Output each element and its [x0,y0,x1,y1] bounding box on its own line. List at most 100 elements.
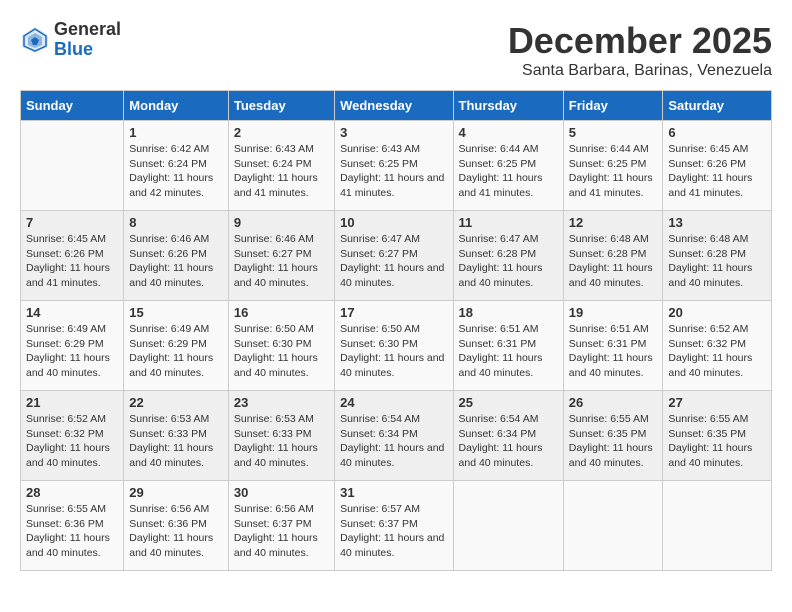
day-info: Sunrise: 6:56 AMSunset: 6:37 PMDaylight:… [234,502,329,561]
day-number: 31 [340,485,447,500]
calendar-cell [453,481,563,571]
day-number: 3 [340,125,447,140]
days-header-row: SundayMondayTuesdayWednesdayThursdayFrid… [21,91,772,121]
calendar-cell: 30 Sunrise: 6:56 AMSunset: 6:37 PMDayligh… [228,481,334,571]
calendar-cell: 29Sunrise: 6:56 AMSunset: 6:36 PMDayligh… [124,481,229,571]
day-info: Sunrise: 6:44 AMSunset: 6:25 PMDaylight:… [569,142,658,201]
day-number: 8 [129,215,223,230]
calendar-cell [563,481,663,571]
day-info: Sunrise: 6:49 AMSunset: 6:29 PMDaylight:… [26,322,118,381]
calendar-cell: 24Sunrise: 6:54 AMSunset: 6:34 PMDayligh… [335,391,453,481]
day-info: Sunrise: 6:46 AMSunset: 6:26 PMDaylight:… [129,232,223,291]
day-number: 5 [569,125,658,140]
day-info: Sunrise: 6:54 AMSunset: 6:34 PMDaylight:… [459,412,558,471]
day-header-saturday: Saturday [663,91,772,121]
day-number: 18 [459,305,558,320]
day-number: 22 [129,395,223,410]
calendar-cell: 23 Sunrise: 6:53 AMSunset: 6:33 PMDayligh… [228,391,334,481]
day-number: 14 [26,305,118,320]
day-number: 28 [26,485,118,500]
day-info: Sunrise: 6:51 AMSunset: 6:31 PMDaylight:… [459,322,558,381]
day-number: 13 [668,215,766,230]
day-number: 23 [234,395,329,410]
calendar-cell: 20 Sunrise: 6:52 AMSunset: 6:32 PMDayligh… [663,301,772,391]
day-number: 12 [569,215,658,230]
day-header-monday: Monday [124,91,229,121]
day-number: 6 [668,125,766,140]
day-info: Sunrise: 6:43 AMSunset: 6:24 PMDaylight:… [234,142,329,201]
day-number: 19 [569,305,658,320]
subtitle: Santa Barbara, Barinas, Venezuela [508,62,772,80]
logo-general: General [54,20,121,40]
calendar-cell: 7Sunrise: 6:45 AMSunset: 6:26 PMDaylight… [21,211,124,301]
day-number: 26 [569,395,658,410]
day-info: Sunrise: 6:47 AMSunset: 6:27 PMDaylight:… [340,232,447,291]
day-info: Sunrise: 6:50 AMSunset: 6:30 PMDaylight:… [234,322,329,381]
calendar-week-5: 28Sunrise: 6:55 AMSunset: 6:36 PMDayligh… [21,481,772,571]
logo-text: General Blue [54,20,121,60]
calendar-cell: 3 Sunrise: 6:43 AMSunset: 6:25 PMDaylight… [335,121,453,211]
day-info: Sunrise: 6:54 AMSunset: 6:34 PMDaylight:… [340,412,447,471]
calendar-cell: 27Sunrise: 6:55 AMSunset: 6:35 PMDayligh… [663,391,772,481]
day-info: Sunrise: 6:53 AMSunset: 6:33 PMDaylight:… [234,412,329,471]
day-number: 4 [459,125,558,140]
day-number: 2 [234,125,329,140]
day-number: 11 [459,215,558,230]
calendar-cell: 11 Sunrise: 6:47 AMSunset: 6:28 PMDayligh… [453,211,563,301]
calendar-cell: 4 Sunrise: 6:44 AMSunset: 6:25 PMDaylight… [453,121,563,211]
day-info: Sunrise: 6:52 AMSunset: 6:32 PMDaylight:… [668,322,766,381]
day-info: Sunrise: 6:45 AMSunset: 6:26 PMDaylight:… [668,142,766,201]
logo-blue: Blue [54,40,121,60]
calendar-cell: 31 Sunrise: 6:57 AMSunset: 6:37 PMDayligh… [335,481,453,571]
calendar-cell: 1 Sunrise: 6:42 AMSunset: 6:24 PMDaylight… [124,121,229,211]
calendar-week-1: 1 Sunrise: 6:42 AMSunset: 6:24 PMDaylight… [21,121,772,211]
logo: General Blue [20,20,121,60]
day-number: 9 [234,215,329,230]
day-info: Sunrise: 6:45 AMSunset: 6:26 PMDaylight:… [26,232,118,291]
calendar-week-3: 14 Sunrise: 6:49 AMSunset: 6:29 PMDayligh… [21,301,772,391]
day-header-friday: Friday [563,91,663,121]
calendar-cell: 26 Sunrise: 6:55 AMSunset: 6:35 PMDayligh… [563,391,663,481]
day-info: Sunrise: 6:48 AMSunset: 6:28 PMDaylight:… [668,232,766,291]
calendar-cell: 18 Sunrise: 6:51 AMSunset: 6:31 PMDayligh… [453,301,563,391]
calendar-cell: 9 Sunrise: 6:46 AMSunset: 6:27 PMDaylight… [228,211,334,301]
day-number: 15 [129,305,223,320]
calendar-cell: 28Sunrise: 6:55 AMSunset: 6:36 PMDayligh… [21,481,124,571]
day-info: Sunrise: 6:56 AMSunset: 6:36 PMDaylight:… [129,502,223,561]
calendar-table: SundayMondayTuesdayWednesdayThursdayFrid… [20,90,772,571]
calendar-cell: 14 Sunrise: 6:49 AMSunset: 6:29 PMDayligh… [21,301,124,391]
day-number: 20 [668,305,766,320]
title-area: December 2025 Santa Barbara, Barinas, Ve… [508,20,772,80]
day-info: Sunrise: 6:43 AMSunset: 6:25 PMDaylight:… [340,142,447,201]
day-header-wednesday: Wednesday [335,91,453,121]
day-number: 27 [668,395,766,410]
day-header-tuesday: Tuesday [228,91,334,121]
day-info: Sunrise: 6:42 AMSunset: 6:24 PMDaylight:… [129,142,223,201]
calendar-cell [663,481,772,571]
day-info: Sunrise: 6:47 AMSunset: 6:28 PMDaylight:… [459,232,558,291]
day-info: Sunrise: 6:44 AMSunset: 6:25 PMDaylight:… [459,142,558,201]
calendar-cell: 2 Sunrise: 6:43 AMSunset: 6:24 PMDaylight… [228,121,334,211]
day-number: 25 [459,395,558,410]
day-info: Sunrise: 6:46 AMSunset: 6:27 PMDaylight:… [234,232,329,291]
day-number: 21 [26,395,118,410]
day-number: 30 [234,485,329,500]
day-info: Sunrise: 6:52 AMSunset: 6:32 PMDaylight:… [26,412,118,471]
calendar-cell: 6 Sunrise: 6:45 AMSunset: 6:26 PMDaylight… [663,121,772,211]
calendar-cell: 10 Sunrise: 6:47 AMSunset: 6:27 PMDayligh… [335,211,453,301]
calendar-cell [21,121,124,211]
calendar-cell: 21 Sunrise: 6:52 AMSunset: 6:32 PMDayligh… [21,391,124,481]
day-info: Sunrise: 6:55 AMSunset: 6:35 PMDaylight:… [569,412,658,471]
day-number: 10 [340,215,447,230]
day-info: Sunrise: 6:48 AMSunset: 6:28 PMDaylight:… [569,232,658,291]
day-number: 16 [234,305,329,320]
day-info: Sunrise: 6:53 AMSunset: 6:33 PMDaylight:… [129,412,223,471]
day-info: Sunrise: 6:50 AMSunset: 6:30 PMDaylight:… [340,322,447,381]
calendar-cell: 12 Sunrise: 6:48 AMSunset: 6:28 PMDayligh… [563,211,663,301]
day-info: Sunrise: 6:57 AMSunset: 6:37 PMDaylight:… [340,502,447,561]
header: General Blue December 2025 Santa Barbara… [20,20,772,80]
day-number: 17 [340,305,447,320]
calendar-cell: 15Sunrise: 6:49 AMSunset: 6:29 PMDayligh… [124,301,229,391]
day-number: 1 [129,125,223,140]
calendar-cell: 8 Sunrise: 6:46 AMSunset: 6:26 PMDaylight… [124,211,229,301]
